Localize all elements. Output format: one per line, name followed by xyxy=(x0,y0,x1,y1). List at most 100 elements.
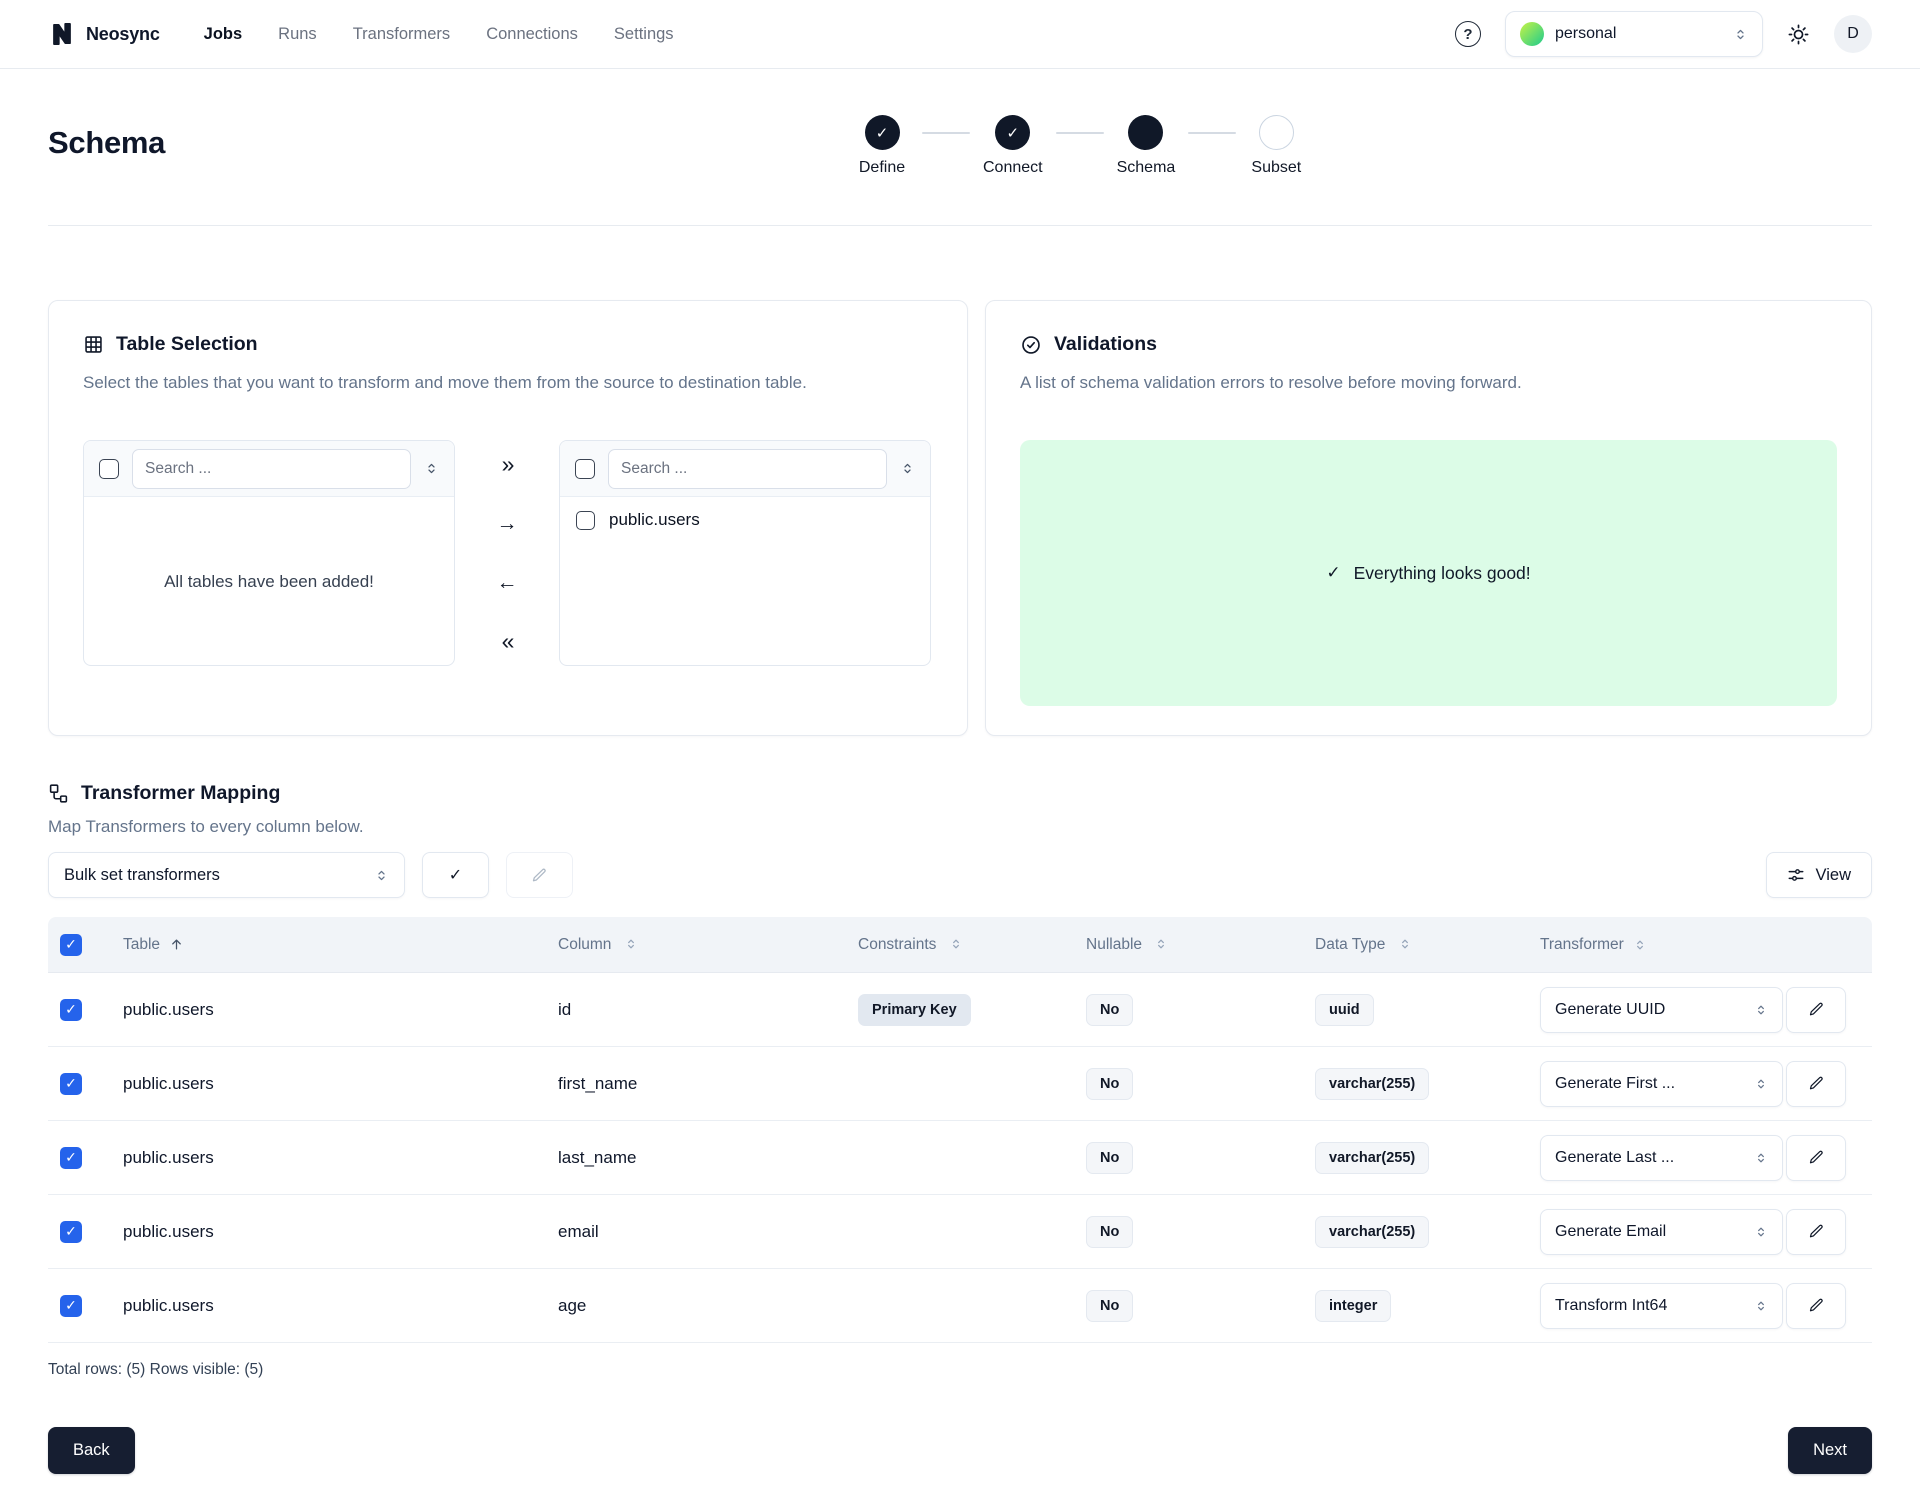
destination-item-checkbox[interactable] xyxy=(576,511,595,530)
destination-search-input[interactable] xyxy=(608,449,887,489)
nullable-badge: No xyxy=(1086,1290,1133,1322)
table-row: public.users age No integer Transform In… xyxy=(48,1269,1872,1343)
account-label: personal xyxy=(1555,25,1616,43)
account-avatar xyxy=(1520,22,1544,46)
transformer-select[interactable]: Transform Int64 xyxy=(1540,1283,1783,1329)
nav-item-jobs[interactable]: Jobs xyxy=(204,25,243,44)
nav-item-connections[interactable]: Connections xyxy=(486,25,578,44)
source-search-input[interactable] xyxy=(132,449,411,489)
bulk-set-transformers-select[interactable]: Bulk set transformers xyxy=(48,852,405,898)
help-icon[interactable]: ? xyxy=(1455,21,1481,47)
next-button[interactable]: Next xyxy=(1788,1427,1872,1474)
transformer-select[interactable]: Generate First ... xyxy=(1540,1061,1783,1107)
validations-card: Validations A list of schema validation … xyxy=(985,300,1872,736)
user-avatar[interactable]: D xyxy=(1834,15,1872,53)
column-header-nullable[interactable]: Nullable xyxy=(1086,936,1142,953)
step-define[interactable]: ✓ Define xyxy=(855,115,909,177)
step-label: Schema xyxy=(1117,159,1176,177)
validation-success-message: Everything looks good! xyxy=(1354,563,1531,584)
transformer-select[interactable]: Generate Email xyxy=(1540,1209,1783,1255)
cell-table: public.users xyxy=(123,1296,214,1316)
nav-item-runs[interactable]: Runs xyxy=(278,25,317,44)
step-schema[interactable]: Schema xyxy=(1117,115,1176,177)
mapping-table: Table Column Constraints Nullable xyxy=(48,917,1872,1343)
chevrons-up-down-icon xyxy=(1754,1077,1768,1091)
pencil-icon xyxy=(1808,1001,1825,1018)
divider xyxy=(48,225,1872,226)
edit-transformer-button[interactable] xyxy=(1786,1283,1846,1329)
sort-toggle-icon[interactable] xyxy=(900,461,915,476)
cell-column: age xyxy=(558,1296,586,1315)
data-type-badge: uuid xyxy=(1315,994,1374,1026)
chevrons-up-down-icon xyxy=(1733,27,1748,42)
step-connector xyxy=(1056,132,1104,134)
move-all-right-button[interactable]: » xyxy=(496,451,519,478)
row-checkbox[interactable] xyxy=(60,999,82,1021)
column-header-data-type[interactable]: Data Type xyxy=(1315,936,1385,953)
step-subset[interactable]: Subset xyxy=(1249,115,1303,177)
nav-item-settings[interactable]: Settings xyxy=(614,25,674,44)
sort-asc-icon[interactable] xyxy=(169,937,184,952)
move-right-button[interactable]: → xyxy=(491,511,524,536)
column-header-column[interactable]: Column xyxy=(558,936,611,953)
pencil-icon xyxy=(1808,1075,1825,1092)
transformer-select[interactable]: Generate Last ... xyxy=(1540,1135,1783,1181)
step-label: Subset xyxy=(1251,159,1301,177)
nullable-badge: No xyxy=(1086,1142,1133,1174)
column-header-transformer[interactable]: Transformer xyxy=(1540,936,1624,954)
brand[interactable]: Neosync xyxy=(48,20,160,48)
theme-toggle-sun-icon[interactable] xyxy=(1787,23,1810,46)
nav-item-transformers[interactable]: Transformers xyxy=(353,25,451,44)
apply-bulk-button[interactable]: ✓ xyxy=(422,852,489,898)
step-connect[interactable]: ✓ Connect xyxy=(983,115,1043,177)
move-all-left-button[interactable]: « xyxy=(496,628,519,655)
validation-success-box: ✓ Everything looks good! xyxy=(1020,440,1837,706)
edit-transformer-button[interactable] xyxy=(1786,1209,1846,1255)
sort-icon[interactable] xyxy=(1633,938,1647,952)
view-button[interactable]: View xyxy=(1766,852,1872,898)
transformer-select-value: Generate Email xyxy=(1555,1223,1666,1241)
chevrons-up-down-icon xyxy=(374,868,389,883)
page-body: Schema ✓ Define ✓ Connect Schema Subset xyxy=(0,113,1920,1474)
select-all-rows-checkbox[interactable] xyxy=(60,934,82,956)
transformer-select-value: Generate UUID xyxy=(1555,1001,1665,1019)
wizard-actions: Back Next xyxy=(48,1427,1872,1474)
step-connector xyxy=(922,132,970,134)
transformer-select-value: Generate Last ... xyxy=(1555,1149,1674,1167)
cards-row: Table Selection Select the tables that y… xyxy=(48,300,1872,736)
destination-listbox: public.users xyxy=(559,440,931,666)
data-type-badge: varchar(255) xyxy=(1315,1142,1429,1174)
move-left-button[interactable]: ← xyxy=(491,570,524,595)
destination-select-all-checkbox[interactable] xyxy=(575,459,595,479)
edit-transformer-button[interactable] xyxy=(1786,1135,1846,1181)
mapping-icon xyxy=(48,783,69,804)
row-checkbox[interactable] xyxy=(60,1221,82,1243)
mapping-table-header: Table Column Constraints Nullable xyxy=(48,917,1872,973)
row-checkbox[interactable] xyxy=(60,1073,82,1095)
step-connector xyxy=(1188,132,1236,134)
circle-check-icon xyxy=(1020,334,1042,356)
edit-transformer-button[interactable] xyxy=(1786,1061,1846,1107)
sort-icon[interactable] xyxy=(949,937,963,951)
sort-icon[interactable] xyxy=(624,937,638,951)
edit-bulk-button[interactable] xyxy=(506,852,573,898)
edit-transformer-button[interactable] xyxy=(1786,987,1846,1033)
table-row: public.users last_name No varchar(255) G… xyxy=(48,1121,1872,1195)
sort-toggle-icon[interactable] xyxy=(424,461,439,476)
back-button[interactable]: Back xyxy=(48,1427,135,1474)
sort-icon[interactable] xyxy=(1398,937,1412,951)
validations-title: Validations xyxy=(1054,333,1157,356)
column-header-constraints[interactable]: Constraints xyxy=(858,936,936,953)
source-select-all-checkbox[interactable] xyxy=(99,459,119,479)
sort-icon[interactable] xyxy=(1154,937,1168,951)
cell-table: public.users xyxy=(123,1000,214,1020)
cell-column: email xyxy=(558,1222,599,1241)
row-checkbox[interactable] xyxy=(60,1295,82,1317)
transfer-buttons: » → ← « xyxy=(455,440,559,666)
data-type-badge: varchar(255) xyxy=(1315,1216,1429,1248)
data-type-badge: varchar(255) xyxy=(1315,1068,1429,1100)
row-checkbox[interactable] xyxy=(60,1147,82,1169)
account-switcher[interactable]: personal xyxy=(1505,11,1763,57)
column-header-table[interactable]: Table xyxy=(123,936,160,954)
transformer-select[interactable]: Generate UUID xyxy=(1540,987,1783,1033)
